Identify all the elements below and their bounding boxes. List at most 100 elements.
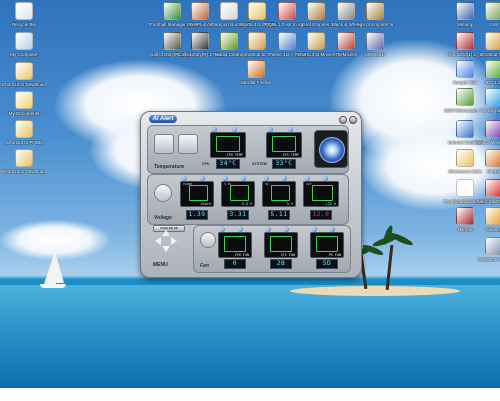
age-of-empires-icon — [307, 2, 325, 20]
cpu-fan-gauge: CPU FAN — [218, 232, 252, 258]
desktop-icon[interactable]: DAEMON Tools — [472, 237, 500, 262]
ie-icon — [456, 120, 474, 138]
shortcut2-icon — [485, 32, 500, 50]
desktop-icon[interactable]: Hitman — [443, 207, 487, 232]
desktop-icon-label: Recycle Bin — [11, 22, 37, 27]
fan-icon — [319, 137, 345, 163]
desktop-icon[interactable]: Recycle Bin — [2, 2, 46, 27]
sailboat-hull — [40, 284, 66, 288]
my-computer-icon — [15, 32, 33, 50]
desktop-icon-label: Shortcut to ... — [480, 52, 500, 57]
desktop-icon[interactable]: UnReal(1) — [353, 32, 397, 57]
palm-trunk — [385, 244, 394, 291]
sea — [0, 285, 500, 388]
temperature-title: Temperature — [154, 164, 185, 170]
system-label: SYSTEM — [252, 162, 267, 166]
voltage-title: Voltage — [154, 215, 172, 221]
desktop-icon[interactable]: Mozilla Firefox — [234, 60, 278, 85]
minimize-button[interactable] — [339, 116, 347, 124]
fan-control-button[interactable] — [314, 130, 348, 168]
cpu-temp-gauge: CPU TEMP — [210, 132, 246, 158]
navigation-pad[interactable] — [155, 230, 177, 252]
vcore-caption: Vcore — [200, 202, 211, 206]
desktop-icon[interactable]: My Computer — [2, 32, 46, 57]
skype-icon — [485, 88, 500, 106]
temperature-section: Temperature CPU TEMP CPU 34°C SYS TEMP S… — [147, 125, 349, 174]
fan-button[interactable] — [200, 232, 216, 248]
v33-gauge: 3.3V 3.3 V — [221, 181, 255, 207]
desktop-icon[interactable]: GWI — [472, 2, 500, 27]
desktop-icon-label: DAEMON Tools — [477, 257, 500, 262]
sys-fan-caption: SYS FAN — [280, 253, 295, 257]
desktop-icon[interactable]: Nero StartSmart — [472, 179, 500, 204]
desktop-icon[interactable]: Shortcut to ... — [472, 32, 500, 57]
arrow-right-icon[interactable] — [171, 237, 177, 245]
desktop-icon[interactable]: Internet Explorer — [443, 120, 487, 145]
v5-value: 5.11 — [268, 210, 290, 220]
shortcut-downloads2-icon — [15, 149, 33, 167]
sys-temp-value: 33°C — [272, 159, 296, 169]
daemon-icon — [485, 237, 500, 255]
desktop-icon-label: Shortcut to Downloads(C) — [2, 82, 46, 87]
island — [290, 286, 460, 296]
shortcut-downloads-icon — [15, 62, 33, 80]
v33-caption: 3.3 V — [241, 202, 252, 206]
shortcut-pqbe-icon — [15, 120, 33, 138]
v5-caption: 5 V — [286, 202, 293, 206]
desktop-icon[interactable]: My Documents — [2, 91, 46, 116]
firefox-icon — [485, 149, 500, 167]
arrow-down-icon[interactable] — [162, 246, 170, 252]
fan-title: Fan — [200, 263, 209, 269]
v12-top-label: 12V — [306, 182, 312, 186]
voltage-button[interactable] — [154, 184, 172, 202]
v5-top-label: 5V — [265, 182, 269, 186]
cpu-temp-value: 34°C — [216, 159, 240, 169]
desktop-icon-label: Nero StartSmart — [477, 199, 500, 204]
sys-fan-gauge: SYS FAN — [264, 232, 298, 258]
shortcut-pqbe2-icon — [248, 2, 266, 20]
close-button[interactable] — [349, 116, 357, 124]
desktop-icon[interactable]: MSN Messenger 7.5 — [443, 88, 487, 113]
mozilla-icon — [247, 60, 265, 78]
v12-caption: +12 V — [325, 202, 336, 206]
msn-icon — [456, 88, 474, 106]
desktop-icon[interactable]: ICQ Lite — [472, 60, 500, 85]
cpu-temp-caption: CPU TEMP — [226, 153, 243, 157]
hiring-icon — [456, 207, 474, 225]
sys-temp-caption: SYS TEMP — [282, 153, 299, 157]
ps-fan-gauge: PS FAN — [310, 232, 344, 258]
desktop-icon-label: Age of Empires III — [356, 22, 394, 27]
sys-fan-value: 2B — [270, 259, 292, 269]
desktop-icon[interactable]: Shortcut to PQBE — [2, 120, 46, 145]
age-of-empires2-icon — [366, 2, 384, 20]
menu-button[interactable]: MENU — [153, 262, 168, 268]
temp-button-1[interactable] — [154, 134, 174, 154]
desktop-icon-label: Mozilla Firefox — [241, 80, 271, 85]
sys-temp-gauge: SYS TEMP — [266, 132, 302, 158]
yahoo-icon — [485, 120, 500, 138]
recycle-bin-icon — [15, 2, 33, 20]
sailboat-jib — [56, 255, 64, 283]
desktop-icon-label: GWI — [489, 22, 499, 27]
vcore-value: 1.39 — [186, 210, 208, 220]
nero-icon — [485, 179, 500, 197]
desktop-icon[interactable]: Shortcut to Downloads in WD's Fusion — [2, 149, 46, 174]
cpu-fan-caption: CPU FAN — [234, 253, 249, 257]
ps-fan-caption: PS FAN — [328, 253, 341, 257]
v12-value: 12.0 — [310, 210, 332, 220]
cpu-label: CPU — [202, 162, 210, 166]
winamp-icon — [485, 207, 500, 225]
temp-button-2[interactable] — [178, 134, 198, 154]
desktop-icon[interactable]: Age of Empires III — [353, 2, 397, 27]
arrow-left-icon[interactable] — [155, 237, 161, 245]
desktop-icon[interactable]: Firefox — [472, 149, 500, 174]
desktop-icon[interactable]: Shortcut to Downloads(C) — [2, 62, 46, 87]
arrow-up-icon[interactable] — [162, 230, 170, 236]
desktop-icon-label: Firefox — [486, 169, 500, 174]
fan-section: Fan CPU FAN 0 SYS FAN 2B PS FAN 5D — [193, 225, 351, 273]
ai-alert-window[interactable]: AI Alert Temperature CPU TEMP CPU 34°C S… — [140, 111, 362, 278]
voltage-section: Voltage VCORE Vcore 1.39 3.3V 3.3 V 3.31… — [147, 174, 349, 225]
desktop-icon-label: Shortcut to Downloads in WD's Fusion — [2, 169, 46, 174]
cpu-fan-value: 0 — [224, 259, 246, 269]
desktop-icon-label: My Computer — [10, 52, 38, 57]
